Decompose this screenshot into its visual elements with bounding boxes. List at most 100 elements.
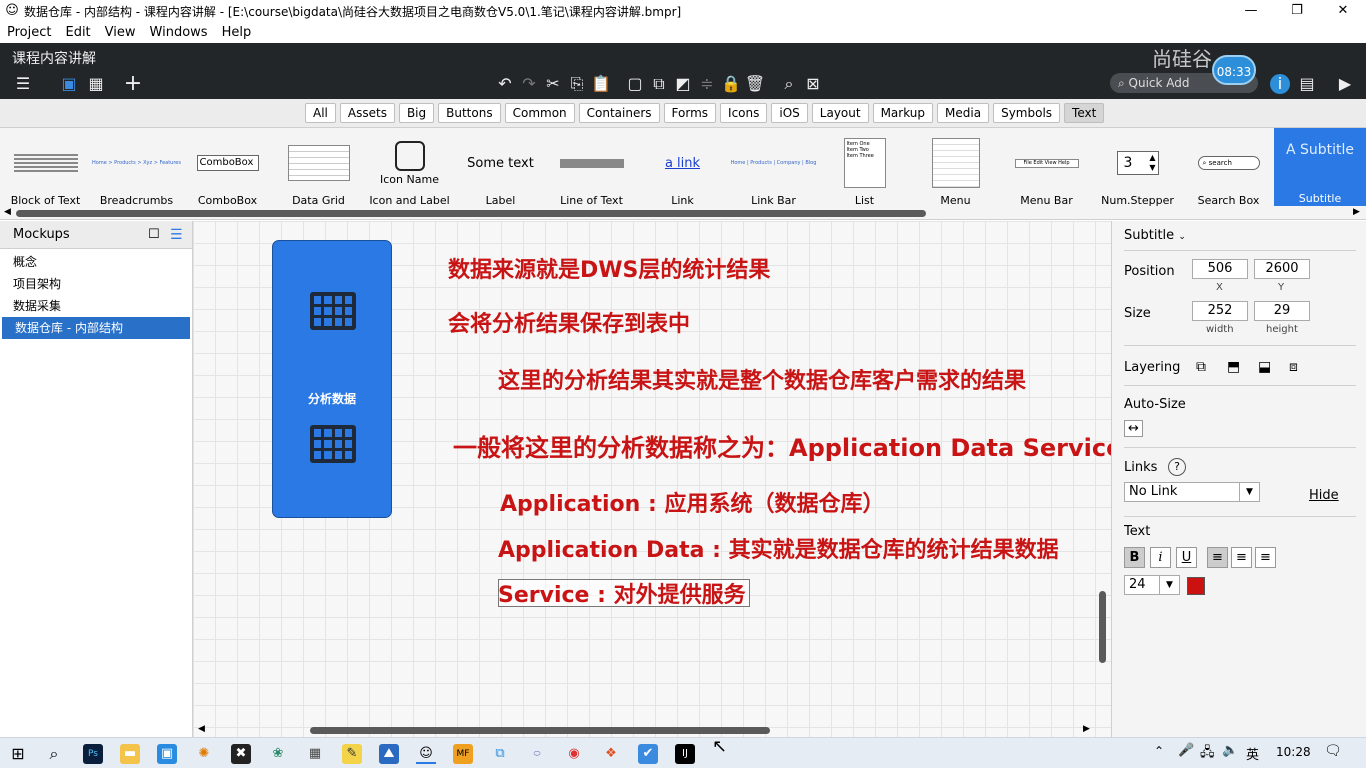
- grid-view-icon[interactable]: ▦: [85, 74, 107, 94]
- bring-front-icon[interactable]: ◩: [672, 74, 694, 94]
- ungroup-icon[interactable]: ⧉: [648, 74, 670, 94]
- volume-icon[interactable]: 🔈: [1222, 743, 1238, 758]
- filter-tab-common[interactable]: Common: [504, 103, 575, 123]
- hamburger-menu-icon[interactable]: ☰: [12, 74, 34, 94]
- position-y-input[interactable]: 2600: [1254, 259, 1310, 279]
- app-icon[interactable]: ✔: [638, 744, 658, 764]
- lib-list[interactable]: Item One Item Two Item Three List: [819, 128, 910, 208]
- properties-icon[interactable]: ▤: [1296, 74, 1318, 94]
- scroll-right-icon[interactable]: ▶: [1353, 207, 1360, 217]
- lock-icon[interactable]: 🔒: [720, 74, 742, 94]
- app-icon[interactable]: MF: [453, 744, 473, 764]
- lib-num-stepper[interactable]: 3 ▲ ▼ Num.Stepper: [1092, 128, 1183, 208]
- panel-view-icon[interactable]: ▣: [58, 74, 80, 94]
- filter-tab-containers[interactable]: Containers: [578, 103, 660, 123]
- minimize-button[interactable]: —: [1228, 0, 1274, 22]
- canvas-text[interactable]: Application Data : 其实就是数据仓库的统计结果数据: [498, 532, 1059, 564]
- filter-tab-all[interactable]: All: [305, 103, 336, 123]
- hide-link[interactable]: Hide: [1309, 488, 1339, 503]
- mockup-item-selected[interactable]: 数据仓库 - 内部结构: [2, 317, 190, 339]
- links-dropdown[interactable]: No Link ▼: [1124, 482, 1260, 502]
- lib-icon-and-label[interactable]: Icon Name Icon and Label: [364, 128, 455, 208]
- bold-button[interactable]: B: [1124, 547, 1145, 568]
- filter-tab-buttons[interactable]: Buttons: [438, 103, 501, 123]
- balsamiq-taskbar-icon[interactable]: ☺: [416, 744, 436, 764]
- filter-tab-big[interactable]: Big: [398, 103, 435, 123]
- mockup-item[interactable]: 数据采集: [0, 295, 192, 317]
- library-scrollbar[interactable]: [16, 210, 926, 217]
- app-icon[interactable]: ⬭: [527, 744, 547, 764]
- lib-block-of-text[interactable]: Block of Text: [0, 128, 91, 208]
- maximize-button[interactable]: ❐: [1274, 0, 1320, 22]
- chrome-icon[interactable]: ◉: [564, 744, 584, 764]
- mockup-canvas[interactable]: 分析数据 数据来源就是DWS层的统计结果 会将分析结果保存到表中 这里的分析结果…: [193, 221, 1122, 737]
- paste-icon[interactable]: 📋: [590, 74, 612, 94]
- add-icon[interactable]: +: [122, 73, 144, 95]
- lib-menu[interactable]: Menu: [910, 128, 1001, 208]
- info-icon[interactable]: i: [1270, 74, 1290, 94]
- present-icon[interactable]: ▶: [1334, 74, 1356, 94]
- mockup-item[interactable]: 项目架构: [0, 273, 192, 295]
- canvas-scroll-right-icon[interactable]: ▶: [1083, 724, 1090, 734]
- scroll-left-icon[interactable]: ◀: [4, 207, 11, 217]
- photoshop-icon[interactable]: Ps: [83, 744, 103, 764]
- app-icon[interactable]: ✖: [231, 744, 251, 764]
- analysis-data-box[interactable]: 分析数据: [272, 240, 392, 518]
- filter-tab-symbols[interactable]: Symbols: [993, 103, 1061, 123]
- lib-subtitle[interactable]: A Subtitle Subtitle: [1274, 128, 1366, 206]
- send-to-back-icon[interactable]: ⧈: [1289, 359, 1298, 375]
- filter-tab-layout[interactable]: Layout: [811, 103, 869, 123]
- lib-label[interactable]: Some text Label: [455, 128, 546, 208]
- canvas-scroll-left-icon[interactable]: ◀: [198, 724, 205, 734]
- zoom-icon[interactable]: ⌕: [778, 74, 800, 94]
- app-icon[interactable]: ⧉: [490, 744, 510, 764]
- copy-icon[interactable]: ⎘: [566, 74, 588, 94]
- menu-windows[interactable]: Windows: [143, 25, 215, 40]
- align-icon[interactable]: ≑: [696, 74, 718, 94]
- send-backward-icon[interactable]: ⬓: [1258, 359, 1271, 375]
- clock[interactable]: 10:28: [1276, 745, 1311, 759]
- lib-link[interactable]: a link Link: [637, 128, 728, 208]
- canvas-text-selected[interactable]: Service : 对外提供服务: [498, 577, 746, 609]
- align-right-icon[interactable]: ≡: [1255, 547, 1276, 568]
- menu-edit[interactable]: Edit: [58, 25, 97, 40]
- filter-tab-forms[interactable]: Forms: [663, 103, 717, 123]
- filter-tab-assets[interactable]: Assets: [339, 103, 395, 123]
- app-icon[interactable]: ⛰: [379, 744, 399, 764]
- search-icon[interactable]: ⌕: [44, 744, 64, 764]
- group-icon[interactable]: ▢: [624, 74, 646, 94]
- windows-start-icon[interactable]: ⊞: [8, 744, 28, 764]
- cut-icon[interactable]: ✂: [542, 74, 564, 94]
- filter-tab-markup[interactable]: Markup: [872, 103, 934, 123]
- mockup-item[interactable]: 概念: [0, 251, 192, 273]
- menu-project[interactable]: Project: [0, 25, 58, 40]
- app-icon[interactable]: ❀: [268, 744, 288, 764]
- list-view-icon[interactable]: ☰: [170, 221, 183, 249]
- align-left-icon[interactable]: ≡: [1207, 547, 1228, 568]
- text-color-swatch[interactable]: [1187, 577, 1205, 595]
- underline-button[interactable]: U: [1176, 547, 1197, 568]
- component-type-dropdown[interactable]: Subtitle ⌄: [1124, 228, 1186, 243]
- italic-button[interactable]: i: [1150, 547, 1171, 568]
- autosize-icon[interactable]: ↔: [1124, 420, 1143, 437]
- canvas-text[interactable]: 一般将这里的分析数据称之为：Application Data Service: [453, 428, 1122, 463]
- fullscreen-icon[interactable]: ⊠: [802, 74, 824, 94]
- menu-help[interactable]: Help: [215, 25, 259, 40]
- bring-forward-icon[interactable]: ⬒: [1227, 359, 1240, 375]
- lib-line-of-text[interactable]: Line of Text: [546, 128, 637, 208]
- lib-breadcrumbs[interactable]: Home > Products > Xyz > Features Breadcr…: [91, 128, 182, 208]
- undo-icon[interactable]: ↶: [494, 74, 516, 94]
- app-icon[interactable]: ▣: [157, 744, 177, 764]
- canvas-text[interactable]: Application : 应用系统（数据仓库）: [500, 486, 884, 518]
- notepad-icon[interactable]: ✎: [342, 744, 362, 764]
- delete-icon[interactable]: 🗑: [744, 74, 766, 94]
- width-input[interactable]: 252: [1192, 301, 1248, 321]
- filter-tab-media[interactable]: Media: [937, 103, 990, 123]
- lib-menu-bar[interactable]: File Edit View Help Menu Bar: [1001, 128, 1092, 208]
- bring-to-front-icon[interactable]: ⧉: [1196, 359, 1206, 375]
- redo-icon[interactable]: ↷: [518, 74, 540, 94]
- canvas-text[interactable]: 会将分析结果保存到表中: [448, 306, 690, 338]
- filter-tab-text[interactable]: Text: [1064, 103, 1105, 123]
- align-center-icon[interactable]: ≡: [1231, 547, 1252, 568]
- intellij-icon[interactable]: IJ: [675, 744, 695, 764]
